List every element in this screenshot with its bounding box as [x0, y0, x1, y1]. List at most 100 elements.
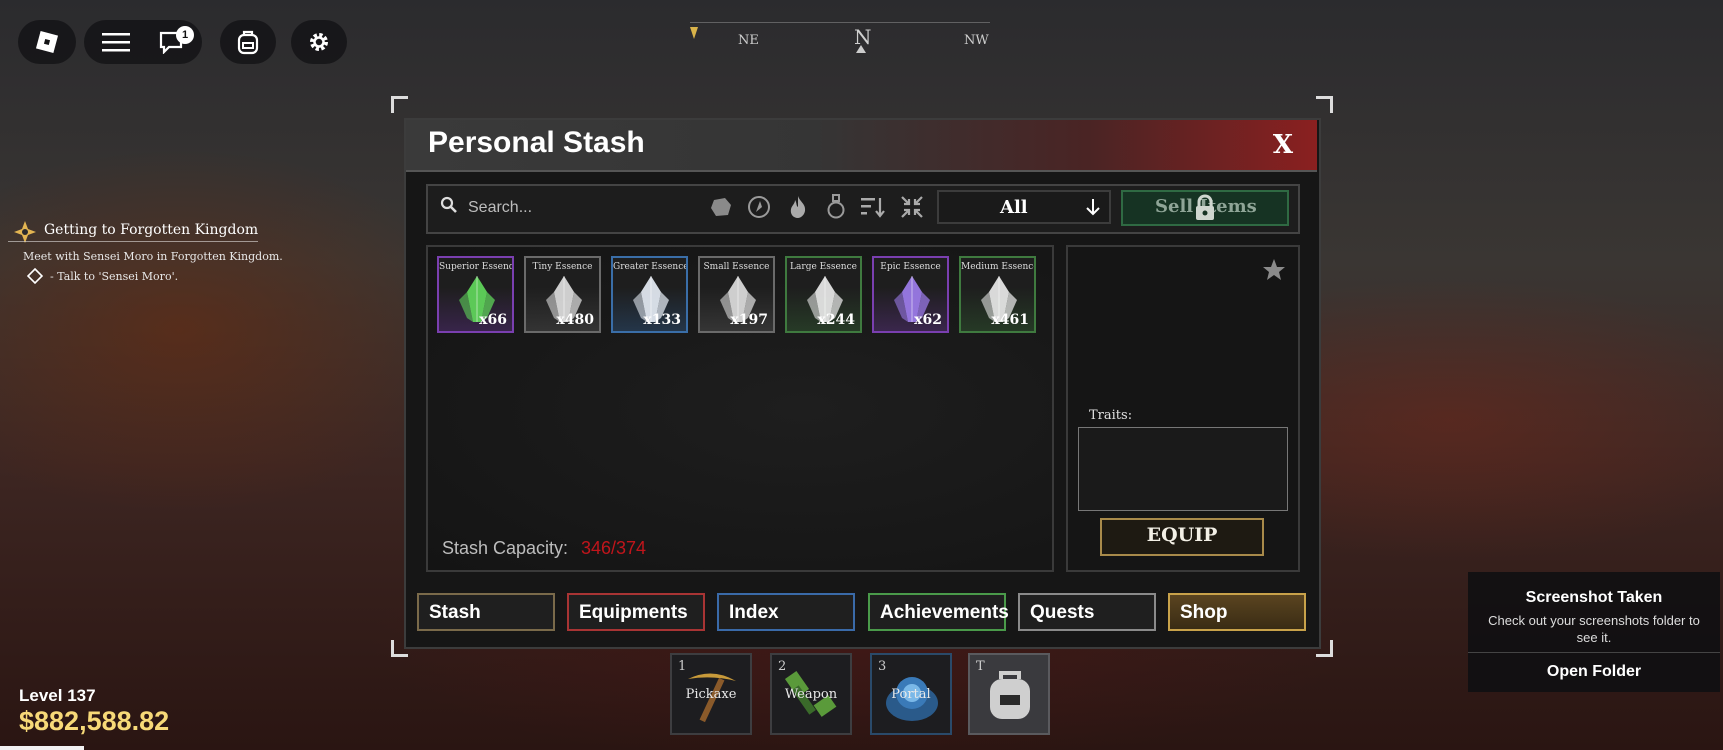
item-name: Epic Essence — [880, 262, 941, 272]
item-count: x66 — [479, 312, 507, 328]
tab-quests[interactable]: Quests — [1018, 593, 1156, 631]
player-money: $882,588.82 — [19, 706, 170, 736]
hotbar-label: Weapon — [784, 687, 838, 702]
backpack-icon — [237, 30, 259, 55]
inventory-slot[interactable]: Superior Essence x66 — [437, 256, 514, 333]
menu-chat-group: 1 — [84, 20, 202, 64]
inventory-slot[interactable]: Medium Essence x461 — [959, 256, 1036, 333]
item-name: Small Essence — [703, 262, 770, 272]
quest-objective: - Talk to 'Sensei Moro'. — [50, 270, 179, 283]
hotbar-key: 3 — [878, 659, 887, 674]
tab-label: Quests — [1030, 602, 1095, 623]
hamburger-menu-button[interactable] — [102, 32, 130, 52]
item-count: x62 — [914, 312, 942, 328]
close-button[interactable]: X — [1268, 130, 1298, 160]
tab-equipments[interactable]: Equipments — [567, 593, 705, 631]
hotbar-key: T — [976, 659, 985, 674]
backpack-icon — [990, 671, 1030, 719]
tab-stash[interactable]: Stash — [417, 593, 555, 631]
hamburger-icon — [102, 33, 130, 52]
toast-body: Check out your screenshots folder to see… — [1488, 613, 1700, 645]
stash-capacity-value: 346/374 — [581, 538, 647, 558]
open-folder-label: Open Folder — [1546, 663, 1642, 680]
flame-icon — [790, 196, 806, 218]
compass-ne: NE — [738, 33, 759, 48]
filter-potion-button[interactable] — [823, 194, 849, 220]
tab-achievements[interactable]: Achievements — [868, 593, 1009, 631]
item-count: x461 — [991, 312, 1029, 328]
chat-badge: 1 — [176, 26, 194, 44]
gear-icon — [310, 33, 328, 51]
traits-label: Traits: — [1089, 408, 1133, 423]
hotbar-key: 1 — [678, 659, 687, 674]
potion-icon — [827, 194, 845, 219]
search-input[interactable] — [466, 196, 690, 220]
quest-description: Meet with Sensei Moro in Forgotten Kingd… — [23, 250, 283, 263]
hotbar-key: 2 — [778, 659, 787, 674]
frame-corner — [1316, 96, 1333, 113]
inventory-slot[interactable]: Small Essence x197 — [698, 256, 775, 333]
hotbar-slot-pickaxe[interactable]: 1 Pickaxe — [670, 653, 752, 735]
player-level: Level 137 — [19, 686, 96, 705]
settings-button[interactable] — [291, 20, 347, 64]
item-count: x244 — [817, 312, 855, 328]
item-count: x133 — [643, 312, 681, 328]
ore-icon — [711, 198, 731, 216]
tab-label: Stash — [429, 602, 481, 623]
compass-nw: NW — [964, 33, 989, 48]
compass-heading-icon — [856, 45, 866, 53]
tab-label: Shop — [1180, 602, 1228, 623]
hotbar-label: Portal — [891, 687, 931, 702]
rune-icon — [748, 196, 770, 218]
quest-icon — [14, 221, 36, 243]
inventory-slot[interactable]: Greater Essence x133 — [611, 256, 688, 333]
toast-title: Screenshot Taken — [1525, 589, 1663, 606]
item-count: x480 — [556, 312, 594, 328]
quest-title: Getting to Forgotten Kingdom — [44, 222, 259, 238]
sort-button[interactable] — [860, 194, 886, 220]
sort-icon — [861, 198, 885, 218]
item-name: Tiny Essence — [532, 262, 593, 272]
stash-title: Personal Stash — [428, 126, 645, 159]
search-icon — [440, 196, 457, 213]
tab-label: Index — [729, 602, 779, 623]
tab-shop[interactable]: Shop — [1168, 593, 1306, 631]
hotbar-slot-backpack[interactable]: T — [968, 653, 1050, 735]
item-name: Superior Essence — [439, 262, 514, 272]
tab-index[interactable]: Index — [717, 593, 855, 631]
inventory-slot[interactable]: Epic Essence x62 — [872, 256, 949, 333]
backpack-button[interactable] — [220, 20, 276, 64]
favorite-star-icon[interactable] — [1262, 258, 1286, 282]
objective-diamond-icon — [27, 268, 43, 284]
compass-marker-icon — [690, 27, 698, 39]
item-name: Greater Essence — [613, 262, 688, 272]
stash-capacity-label: Stash Capacity: — [442, 538, 569, 558]
xp-bar — [0, 746, 84, 750]
filter-essence-button[interactable] — [785, 194, 811, 220]
hotbar-label: Pickaxe — [685, 687, 737, 702]
category-filter-value: All — [1000, 197, 1028, 218]
hotbar-slot-weapon[interactable]: 2 Weapon — [770, 653, 852, 735]
arrow-down-icon — [1086, 199, 1100, 216]
inventory-slot[interactable]: Large Essence x244 — [785, 256, 862, 333]
item-count: x197 — [730, 312, 768, 328]
item-name: Medium Essence — [961, 262, 1036, 272]
equip-label: EQUIP — [1146, 524, 1218, 546]
quest-underline — [8, 241, 258, 242]
filter-ore-button[interactable] — [708, 194, 734, 220]
frame-corner — [391, 96, 408, 113]
collapse-icon — [901, 196, 923, 218]
item-name: Large Essence — [790, 262, 857, 272]
filter-rune-button[interactable] — [746, 194, 772, 220]
inventory-slot[interactable]: Tiny Essence x480 — [524, 256, 601, 333]
open-folder-button[interactable]: Open Folder — [1468, 653, 1720, 692]
hotbar-slot-portal[interactable]: 3 Portal — [870, 653, 952, 735]
collapse-button[interactable] — [899, 194, 925, 220]
tab-label: Equipments — [579, 602, 688, 623]
tab-label: Achievements — [880, 602, 1009, 623]
roblox-menu-button[interactable] — [18, 20, 76, 64]
compass: NE N NW — [690, 22, 990, 53]
traits-box — [1078, 427, 1288, 511]
roblox-logo-icon — [35, 30, 59, 54]
lock-icon — [1196, 194, 1214, 220]
